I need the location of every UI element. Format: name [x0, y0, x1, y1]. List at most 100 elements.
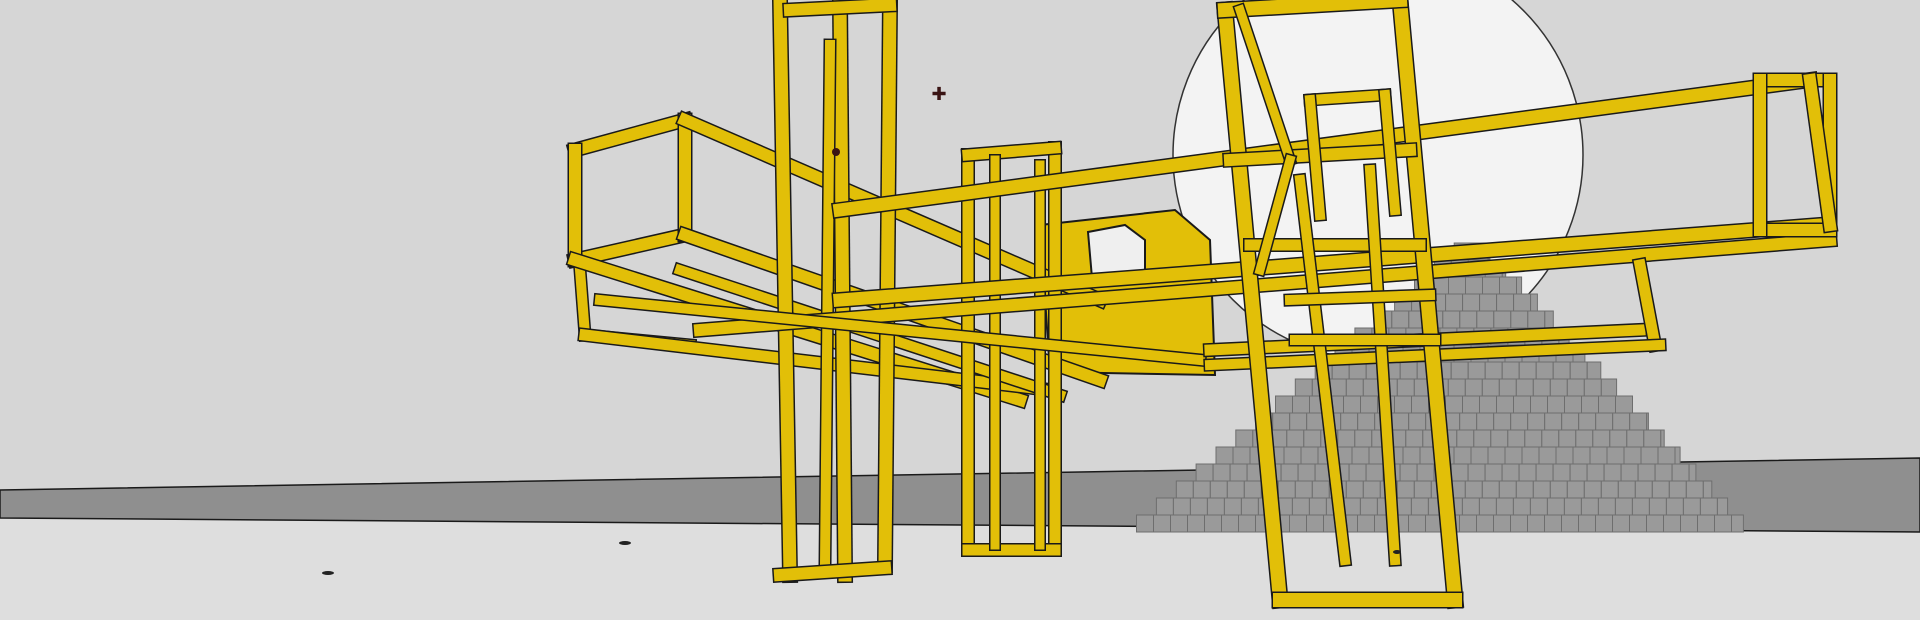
- pyramid-block: [1615, 395, 1633, 414]
- pyramid-block: [1654, 463, 1673, 482]
- pyramid-block: [1294, 480, 1313, 499]
- lattice-beam[interactable]: [833, 0, 852, 582]
- pyramid-block: [1501, 463, 1520, 482]
- pyramid-block: [1527, 514, 1545, 533]
- pyramid-block: [1240, 497, 1259, 516]
- pyramid-block: [1581, 395, 1599, 414]
- pyramid-block: [1467, 463, 1486, 482]
- pyramid-block: [1714, 514, 1732, 533]
- pyramid-block: [1640, 446, 1659, 465]
- pyramid-block: [1359, 497, 1378, 516]
- pyramid-block: [1343, 395, 1361, 414]
- pyramid-block: [1360, 395, 1378, 414]
- pyramid-block: [1541, 429, 1560, 448]
- pyramid-block: [1549, 480, 1568, 499]
- pyramid-block: [1578, 412, 1597, 431]
- pyramid-block: [1365, 463, 1384, 482]
- lattice-beam[interactable]: [574, 264, 591, 341]
- ground-mark: [619, 541, 631, 545]
- pyramid-block: [1501, 361, 1520, 380]
- pyramid-block: [1493, 514, 1511, 533]
- pyramid-block: [1510, 514, 1528, 533]
- pyramid-block: [1498, 378, 1517, 397]
- lattice-beam[interactable]: [1217, 0, 1408, 18]
- pyramid-block: [1552, 463, 1571, 482]
- pyramid-block: [1337, 429, 1356, 448]
- pyramid-block: [1479, 395, 1497, 414]
- lattice-beam[interactable]: [819, 39, 836, 571]
- pyramid-block: [1589, 446, 1608, 465]
- pyramid-block: [1564, 395, 1582, 414]
- pyramid-block: [1275, 395, 1293, 414]
- pyramid-block: [1294, 378, 1313, 397]
- pyramid-block: [1226, 480, 1245, 499]
- pyramid-block: [1170, 514, 1188, 533]
- pyramid-block: [1674, 446, 1681, 465]
- pyramid-block: [1478, 497, 1497, 516]
- pyramid-block: [1648, 497, 1667, 516]
- pyramid-block: [1499, 276, 1517, 295]
- lattice-beam[interactable]: [962, 142, 1061, 161]
- pyramid-block: [1493, 310, 1512, 329]
- pyramid-block: [1530, 395, 1548, 414]
- scene-canvas[interactable]: [0, 0, 1920, 620]
- pyramid-block: [1155, 497, 1174, 516]
- pyramid-block: [1527, 310, 1546, 329]
- lattice-beam[interactable]: [1304, 89, 1391, 106]
- pyramid-block: [1445, 395, 1463, 414]
- pyramid-block: [1487, 446, 1506, 465]
- pyramid-block: [1569, 463, 1588, 482]
- pyramid-block: [1342, 497, 1361, 516]
- pyramid-block: [1291, 497, 1310, 516]
- pyramid-block: [1175, 480, 1194, 499]
- pyramid-block: [1464, 480, 1483, 499]
- pyramid-block: [1408, 514, 1426, 533]
- pyramid-block: [1340, 412, 1359, 431]
- pyramid-block: [1399, 361, 1418, 380]
- pyramid-block: [1328, 378, 1347, 397]
- pyramid-block: [1391, 412, 1410, 431]
- pyramid-block: [1189, 497, 1208, 516]
- lattice-beam[interactable]: [783, 0, 897, 17]
- pyramid-block: [1482, 276, 1500, 295]
- pyramid-block: [1394, 395, 1412, 414]
- lattice-beam[interactable]: [1284, 289, 1436, 306]
- pyramid-block: [1600, 480, 1619, 499]
- pyramid-block: [1408, 412, 1427, 431]
- pyramid-block: [1447, 378, 1466, 397]
- pyramid-block: [1646, 412, 1649, 431]
- pyramid-block: [1459, 310, 1478, 329]
- ground-mark: [1393, 550, 1401, 554]
- ground-mark: [322, 571, 334, 575]
- pyramid-block: [1445, 293, 1464, 312]
- pyramid-block: [1569, 361, 1588, 380]
- pyramid-block: [1663, 514, 1681, 533]
- pyramid-block: [1172, 497, 1191, 516]
- lattice-beam[interactable]: [773, 561, 892, 582]
- pyramid-block: [1204, 514, 1222, 533]
- pyramid-block: [1462, 395, 1480, 414]
- pyramid-block: [1671, 463, 1690, 482]
- pyramid-block: [1646, 514, 1664, 533]
- pyramid-block: [1634, 480, 1653, 499]
- pyramid-block: [1546, 497, 1565, 516]
- pyramid-block: [1136, 514, 1154, 533]
- pyramid-block: [1300, 446, 1319, 465]
- pyramid-block: [1515, 480, 1534, 499]
- pyramid-block: [1561, 514, 1579, 533]
- pyramid-block: [1668, 480, 1687, 499]
- pyramid-block: [1498, 480, 1517, 499]
- pyramid-block: [1450, 361, 1469, 380]
- pyramid-block: [1277, 480, 1296, 499]
- pyramid-block: [1626, 429, 1645, 448]
- pyramid-block: [1538, 446, 1557, 465]
- pyramid-block: [1484, 463, 1503, 482]
- pyramid-block: [1462, 293, 1481, 312]
- pyramid-block: [1212, 463, 1231, 482]
- pyramid-block: [1510, 310, 1529, 329]
- game-viewport[interactable]: ✚: [0, 0, 1920, 620]
- pyramid-block: [1716, 497, 1729, 516]
- pyramid-block: [1479, 293, 1498, 312]
- lattice-beam[interactable]: [878, 0, 897, 572]
- pyramid-block: [1532, 480, 1551, 499]
